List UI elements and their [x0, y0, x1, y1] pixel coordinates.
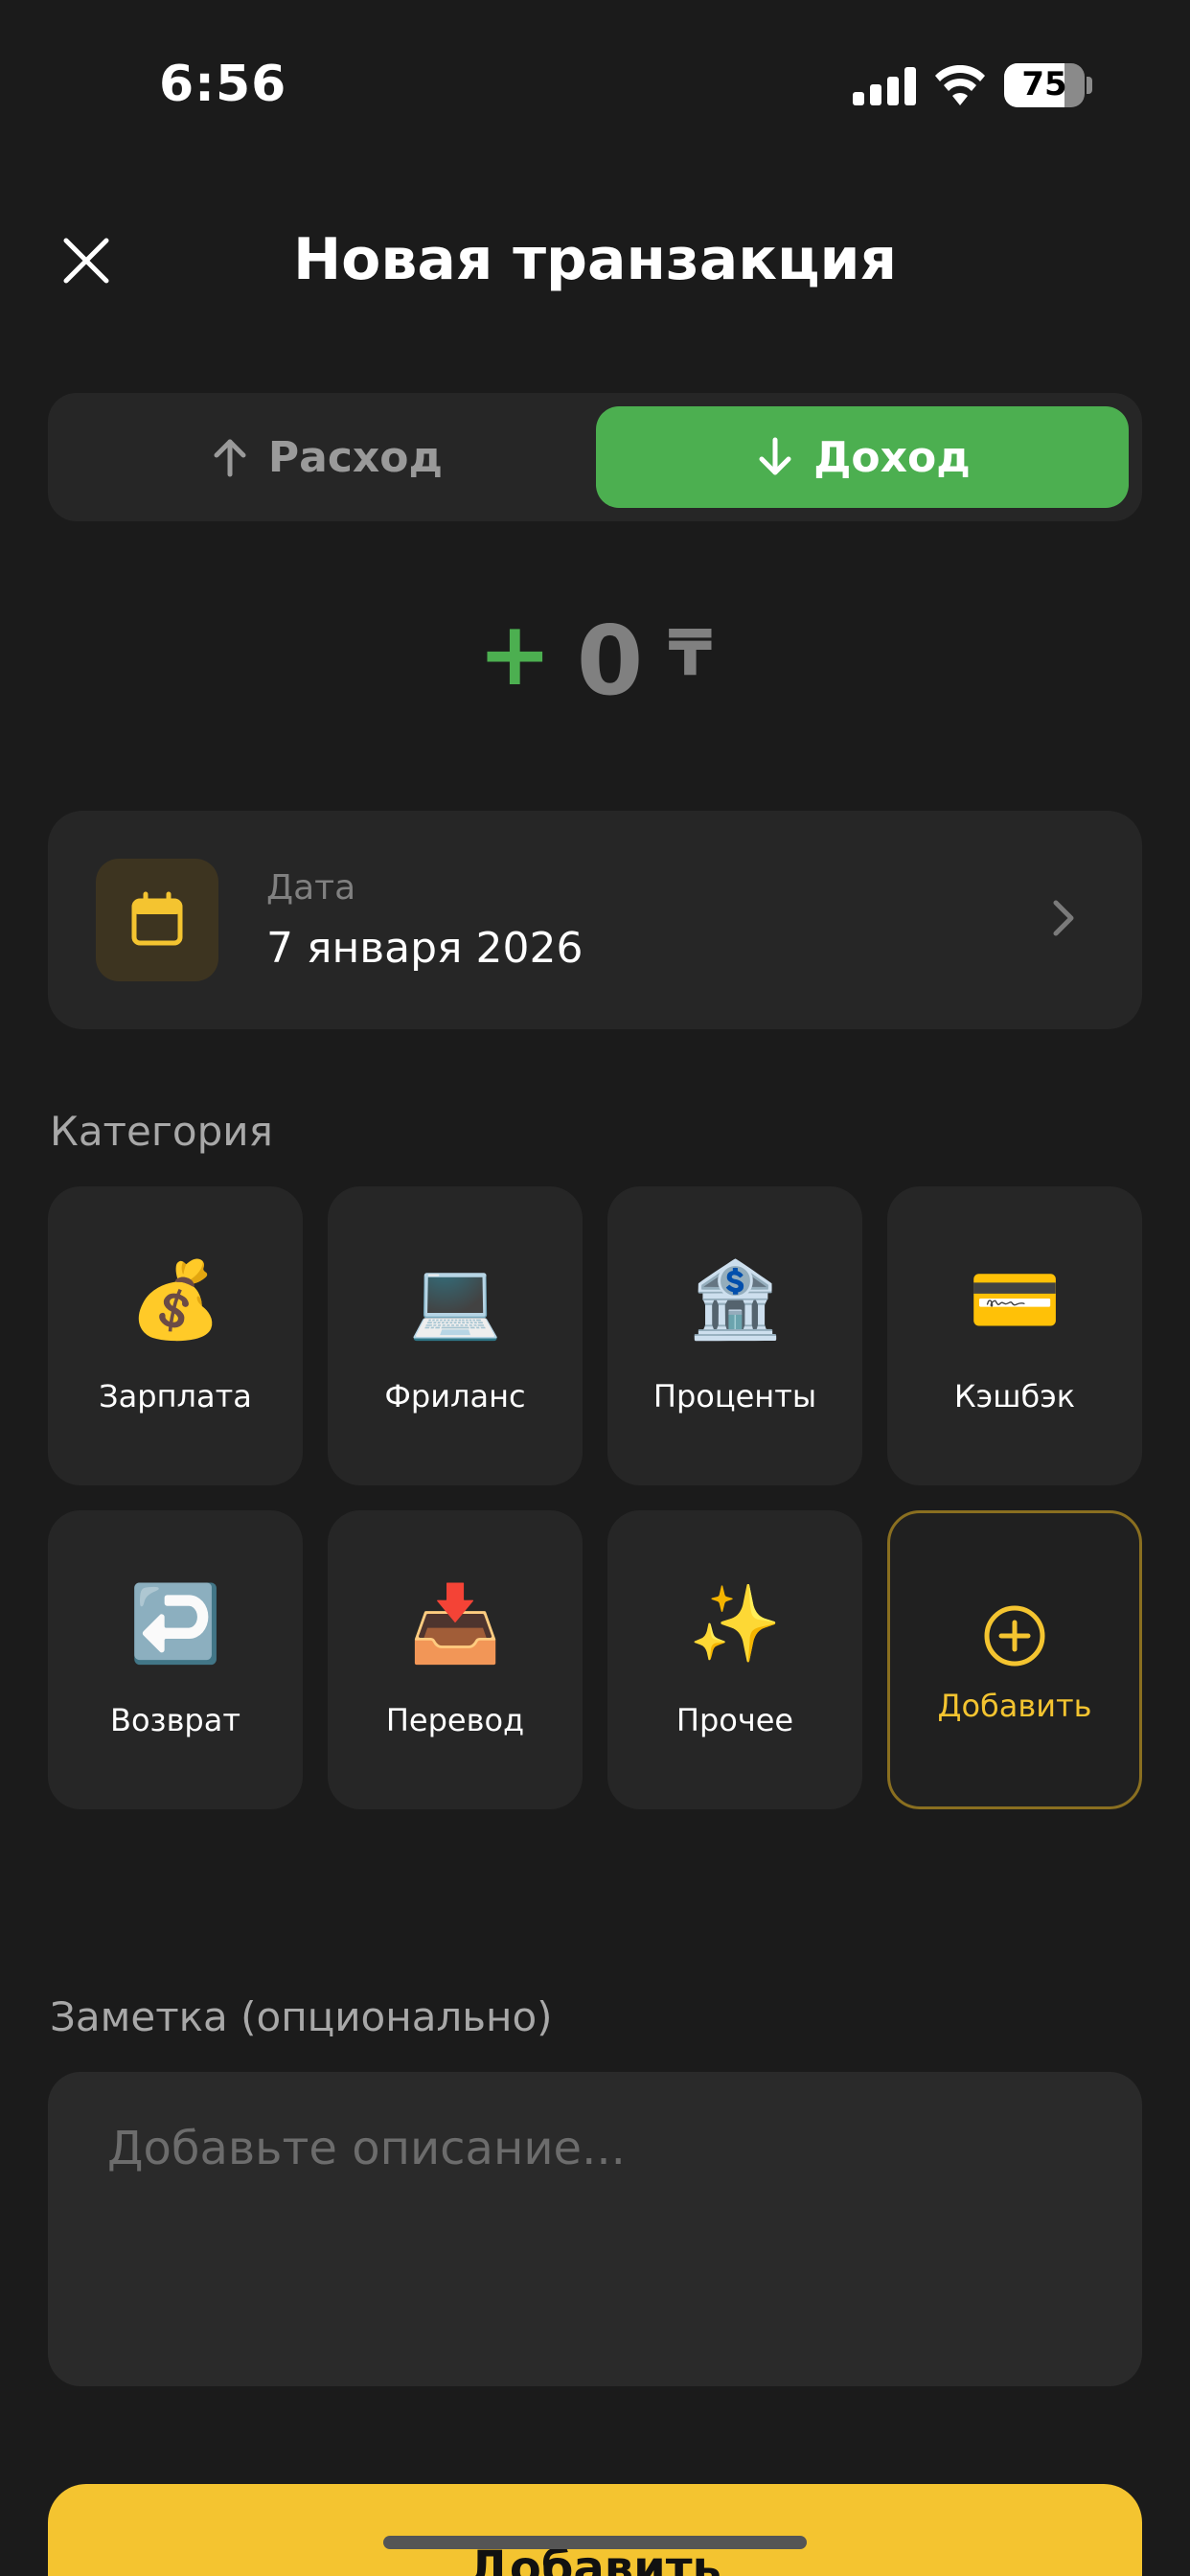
category-tile-freelance[interactable]: 💻 Фриланс	[328, 1186, 583, 1485]
category-tile-salary[interactable]: 💰 Зарплата	[48, 1186, 303, 1485]
money-bag-icon: 💰	[128, 1257, 222, 1344]
category-label: Проценты	[652, 1378, 817, 1414]
amount-display[interactable]: + 0 ₸	[0, 603, 1190, 717]
page-title: Новая транзакция	[292, 226, 898, 293]
category-label: Прочее	[675, 1702, 794, 1738]
category-label: Зарплата	[99, 1378, 252, 1414]
category-tile-refund[interactable]: ↩️ Возврат	[48, 1510, 303, 1809]
category-tile-other[interactable]: ✨ Прочее	[607, 1510, 862, 1809]
bank-icon: 🏦	[688, 1257, 782, 1344]
currency-symbol: ₸	[668, 616, 713, 690]
wifi-icon	[935, 65, 985, 105]
cellular-signal-icon	[853, 67, 916, 105]
credit-card-icon: 💳	[968, 1257, 1062, 1344]
category-label: Фриланс	[384, 1378, 526, 1414]
category-label: Перевод	[385, 1702, 525, 1738]
amount-sign: +	[477, 603, 552, 705]
category-tile-interest[interactable]: 🏦 Проценты	[607, 1186, 862, 1485]
calendar-icon	[131, 891, 183, 946]
arrow-down-icon	[759, 437, 791, 475]
battery-icon: 75	[1004, 63, 1085, 107]
home-indicator[interactable]	[383, 2536, 807, 2549]
sparkles-icon: ✨	[688, 1581, 782, 1668]
submit-button[interactable]: Добавить	[48, 2484, 1142, 2576]
category-tile-cashback[interactable]: 💳 Кэшбэк	[887, 1186, 1142, 1485]
date-label: Дата	[266, 868, 356, 908]
income-tab-label: Доход	[813, 432, 971, 482]
battery-cap	[1087, 77, 1092, 94]
category-label: Кэшбэк	[953, 1378, 1076, 1414]
chevron-right-icon	[1053, 900, 1074, 936]
category-section-label: Категория	[50, 1108, 273, 1155]
note-input[interactable]	[48, 2072, 1142, 2386]
new-transaction-screen: 6:56 75 Новая транзакция Расход Доход + …	[0, 0, 1190, 2576]
date-value: 7 января 2026	[266, 924, 584, 973]
note-section-label: Заметка (опционально)	[50, 1993, 553, 2040]
category-tile-transfer[interactable]: 📥 Перевод	[328, 1510, 583, 1809]
status-time: 6:56	[159, 56, 287, 113]
category-label: Возврат	[110, 1702, 240, 1738]
income-tab[interactable]: Доход	[596, 406, 1129, 508]
add-category-button[interactable]: Добавить	[887, 1510, 1142, 1809]
date-picker-row[interactable]: Дата 7 января 2026	[48, 811, 1142, 1029]
inbox-tray-icon: 📥	[408, 1581, 502, 1668]
date-icon-container	[96, 859, 218, 981]
amount-value: 0	[576, 605, 644, 717]
expense-tab-label: Расход	[267, 432, 444, 482]
laptop-icon: 💻	[408, 1257, 502, 1344]
add-category-label: Добавить	[937, 1688, 1092, 1724]
return-arrow-icon: ↩️	[128, 1581, 222, 1668]
arrow-up-icon	[214, 439, 246, 477]
battery-level: 75	[1021, 65, 1067, 104]
expense-tab[interactable]: Расход	[61, 406, 590, 508]
plus-circle-icon	[890, 1603, 1139, 1668]
transaction-type-toggle: Расход Доход	[48, 393, 1142, 521]
